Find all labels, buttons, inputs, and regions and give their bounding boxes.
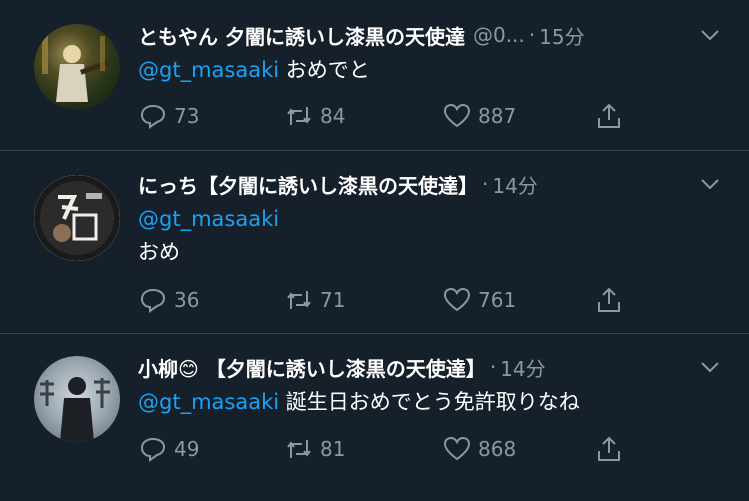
reply-count: 49: [174, 437, 200, 461]
retweet-icon: [287, 291, 311, 309]
share-button[interactable]: [594, 283, 630, 317]
tweet-1[interactable]: ともやん 夕闇に誘いし漆黒の天使達 @0... · 15分 @gt_masaak…: [0, 0, 749, 151]
share-button[interactable]: [594, 432, 630, 466]
chevron-down-icon[interactable]: [699, 24, 721, 46]
retweet-button[interactable]: 84: [284, 99, 345, 133]
tweet-header: 小柳😊 【夕闇に誘いし漆黒の天使達】 · 14分: [138, 352, 689, 382]
reply-count: 73: [174, 104, 200, 128]
share-button[interactable]: [594, 99, 630, 133]
tweet-actions: 36 71 761: [138, 283, 638, 317]
tweet-text: @gt_masaaki おめでと: [138, 54, 709, 87]
share-icon: [598, 103, 620, 128]
chevron-down-icon[interactable]: [699, 356, 721, 378]
retweet-count: 81: [320, 437, 346, 461]
heart-icon: [443, 287, 471, 312]
retweet-count: 84: [320, 104, 346, 128]
avatar-photo-icon: [40, 377, 110, 442]
avatar-photo-icon: [34, 175, 120, 261]
tweet-2[interactable]: にっち【夕闇に誘いし漆黒の天使達】 · 14分 @gt_masaaki おめ 3…: [0, 151, 749, 334]
reply-icon: [140, 104, 166, 129]
tweet-actions: 49 81 868: [138, 432, 638, 466]
username[interactable]: @0...: [473, 23, 525, 47]
timestamp[interactable]: 14分: [500, 353, 545, 382]
avatar[interactable]: [34, 175, 120, 261]
mention-link[interactable]: @gt_masaaki: [138, 203, 709, 236]
tweet-text: @gt_masaaki 誕生日おめでとう免許取りなね: [138, 386, 709, 419]
mention-link[interactable]: @gt_masaaki: [138, 390, 279, 414]
tweet-actions: 73 84 887: [138, 99, 638, 133]
like-button[interactable]: 761: [442, 283, 516, 317]
tweet-body: おめでと: [285, 58, 370, 82]
tweet-text: @gt_masaaki おめ: [138, 203, 709, 269]
retweet-icon: [287, 107, 311, 125]
reply-button[interactable]: 49: [138, 432, 199, 466]
avatar-photo-icon: [34, 24, 120, 110]
reply-count: 36: [174, 288, 200, 312]
share-icon: [598, 287, 620, 312]
tweet-body: おめ: [138, 240, 180, 264]
chevron-down-icon[interactable]: [699, 173, 721, 195]
timestamp[interactable]: 14分: [492, 170, 537, 199]
timestamp[interactable]: 15分: [539, 21, 584, 50]
like-count: 761: [478, 288, 517, 312]
tweet-3[interactable]: 小柳😊 【夕闇に誘いし漆黒の天使達】 · 14分 @gt_masaaki 誕生日…: [0, 334, 749, 501]
separator-dot: ·: [528, 23, 536, 47]
reply-icon: [140, 288, 166, 313]
tweet-header: ともやん 夕闇に誘いし漆黒の天使達 @0... · 15分: [138, 20, 689, 50]
like-button[interactable]: 868: [442, 432, 516, 466]
retweet-icon: [287, 440, 311, 458]
share-icon: [598, 436, 620, 461]
avatar[interactable]: [34, 24, 120, 110]
retweet-button[interactable]: 71: [284, 283, 345, 317]
avatar[interactable]: [34, 356, 120, 442]
heart-icon: [443, 436, 471, 461]
display-name[interactable]: にっち【夕闇に誘いし漆黒の天使達】: [138, 170, 478, 199]
retweet-count: 71: [320, 288, 346, 312]
reply-button[interactable]: 36: [138, 283, 199, 317]
mention-link[interactable]: @gt_masaaki: [138, 58, 279, 82]
reply-button[interactable]: 73: [138, 99, 199, 133]
display-name[interactable]: 小柳😊 【夕闇に誘いし漆黒の天使達】: [138, 353, 486, 382]
separator-dot: ·: [489, 355, 497, 379]
tweet-body: 誕生日おめでとう免許取りなね: [285, 390, 580, 414]
heart-icon: [443, 103, 471, 128]
like-button[interactable]: 887: [442, 99, 516, 133]
retweet-button[interactable]: 81: [284, 432, 345, 466]
like-count: 868: [478, 437, 517, 461]
separator-dot: ·: [482, 172, 489, 196]
display-name[interactable]: ともやん 夕闇に誘いし漆黒の天使達: [138, 21, 465, 50]
tweet-header: にっち【夕闇に誘いし漆黒の天使達】 · 14分: [138, 169, 689, 199]
reply-icon: [140, 437, 166, 462]
like-count: 887: [478, 104, 517, 128]
